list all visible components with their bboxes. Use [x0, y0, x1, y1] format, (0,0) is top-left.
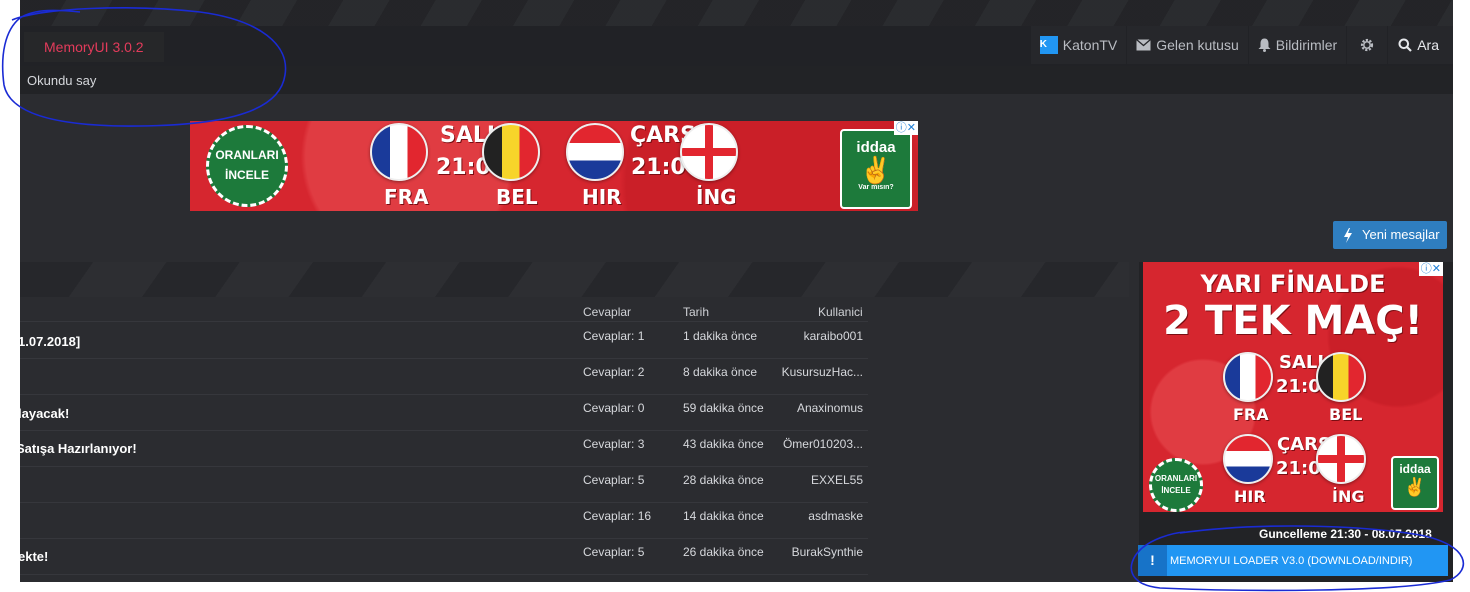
ad-choices-icon[interactable]: ⓘ✕: [1418, 262, 1443, 276]
post-date: 8 dakika önce: [683, 365, 758, 379]
post-user[interactable]: karaibo001: [804, 329, 863, 343]
post-date: 59 dakika önce: [683, 401, 764, 415]
search-icon: [1398, 38, 1412, 52]
reply-count: Cevaplar: 3: [583, 437, 645, 451]
side-odds-seal-line1: ORANLARI: [1154, 474, 1198, 483]
side-iddaa-text: iddaa: [1399, 462, 1431, 476]
ad-match1-home: FRA: [384, 185, 429, 209]
ad-choices-icon[interactable]: ⓘ✕: [893, 121, 918, 135]
exclamation-icon: !: [1138, 545, 1167, 576]
bell-icon: [1258, 38, 1271, 52]
flag-belgium-icon: [1316, 352, 1366, 402]
post-user[interactable]: Anaxinomus: [797, 401, 863, 415]
iddaa-logo: iddaa ✌: [1391, 456, 1439, 510]
nav-settings[interactable]: [1347, 26, 1388, 64]
forum-page: MemoryUI 3.0.2 K KatonTV Gelen kutusu Bi…: [20, 0, 1453, 582]
table-row[interactable]: Cevaplar: 5 28 dakika önce EXXEL55: [20, 466, 868, 503]
table-row[interactable]: Cevaplar: 2 8 dakika önce KusursuzHac...: [20, 358, 868, 395]
top-navigation: MemoryUI 3.0.2 K KatonTV Gelen kutusu Bi…: [20, 26, 1453, 66]
sidebar-advertisement[interactable]: YARI FİNALDE 2 TEK MAÇ! SALI 21:00 FRA B…: [1143, 262, 1443, 512]
post-user[interactable]: BurakSynthie: [792, 545, 863, 559]
column-date: Tarih: [683, 305, 710, 319]
side-ad-match2-home: HIR: [1234, 487, 1266, 506]
nav-notifications-label: Bildirimler: [1275, 37, 1338, 53]
mark-read-link[interactable]: Okundu say: [27, 73, 96, 88]
flag-england-icon: [680, 123, 738, 181]
table-row[interactable]: 1.07.2018] Cevaplar: 1 1 dakika önce kar…: [20, 322, 868, 359]
sub-navigation: Okundu say: [20, 66, 1453, 94]
nav-inbox[interactable]: Gelen kutusu: [1127, 26, 1248, 64]
flag-england-icon: [1316, 434, 1366, 484]
reply-count: Cevaplar: 0: [583, 401, 645, 415]
reply-count: Cevaplar: 1: [583, 329, 645, 343]
table-row[interactable]: ekte! Cevaplar: 5 26 dakika önce BurakSy…: [20, 538, 868, 575]
ad-match2-away: İNG: [696, 185, 737, 209]
nav-search-label: Ara: [1417, 37, 1439, 53]
thread-list-header-banner: [20, 262, 1129, 297]
site-logo-link[interactable]: MemoryUI 3.0.2: [24, 32, 164, 62]
envelope-icon: [1136, 39, 1152, 51]
nav-notifications[interactable]: Bildirimler: [1248, 26, 1347, 64]
top-banner: [20, 0, 1453, 26]
top-advertisement[interactable]: ORANLARI İNCELE SALI 21:00 FRA BEL ÇARŞ …: [190, 121, 918, 211]
odds-seal: ORANLARI İNCELE: [206, 125, 288, 207]
post-date: 1 dakika önce: [683, 329, 758, 343]
flag-france-icon: [370, 123, 428, 181]
side-ad-match1-away: BEL: [1329, 405, 1363, 424]
side-ad-match1-home: FRA: [1233, 405, 1269, 424]
post-user[interactable]: asdmaske: [808, 509, 863, 523]
lightning-icon: [1343, 221, 1353, 259]
thread-title[interactable]: ekte!: [20, 549, 48, 564]
post-date: 26 dakika önce: [683, 545, 764, 559]
ad-match1-away: BEL: [496, 185, 538, 209]
post-user[interactable]: KusursuzHac...: [782, 365, 863, 379]
odds-seal-line2: İNCELE: [224, 168, 269, 182]
loader-download-link[interactable]: ! MEMORYUI LOADER V3.0 (DOWNLOAD/INDIR): [1138, 545, 1448, 576]
new-posts-button[interactable]: Yeni mesajlar: [1333, 221, 1447, 249]
odds-seal-line1: ORANLARI: [215, 148, 279, 162]
side-ad-headline1: YARI FİNALDE: [1200, 270, 1386, 298]
iddaa-slogan: Var mısın?: [858, 184, 894, 191]
flag-croatia-icon: [566, 123, 624, 181]
reply-count: Cevaplar: 2: [583, 365, 645, 379]
post-user[interactable]: EXXEL55: [811, 473, 863, 487]
flag-belgium-icon: [482, 123, 540, 181]
column-user: Kullanici: [818, 305, 863, 319]
update-timestamp: Guncelleme 21:30 - 08.07.2018: [1259, 527, 1432, 541]
new-posts-label: Yeni mesajlar: [1362, 227, 1440, 242]
table-row[interactable]: layacak! Cevaplar: 0 59 dakika önce Anax…: [20, 394, 868, 431]
loader-download-label: MEMORYUI LOADER V3.0 (DOWNLOAD/INDIR): [1170, 555, 1413, 567]
post-date: 28 dakika önce: [683, 473, 764, 487]
iddaa-logo-text: iddaa: [856, 139, 896, 156]
settings-gear-icon: [1359, 37, 1375, 53]
reply-count: Cevaplar: 16: [583, 509, 652, 523]
odds-seal: ORANLARI İNCELE: [1149, 458, 1203, 512]
reply-count: Cevaplar: 5: [583, 545, 645, 559]
side-ad-headline2: 2 TEK MAÇ!: [1163, 298, 1423, 344]
reply-count: Cevaplar: 5: [583, 473, 645, 487]
thread-title[interactable]: 1.07.2018]: [20, 334, 80, 349]
flag-croatia-icon: [1223, 434, 1273, 484]
table-row[interactable]: Satışa Hazırlanıyor! Cevaplar: 3 43 daki…: [20, 430, 868, 467]
nav-right-group: K KatonTV Gelen kutusu Bildirimler Ara: [1030, 26, 1453, 66]
thread-title[interactable]: Satışa Hazırlanıyor!: [20, 441, 137, 456]
nav-search[interactable]: Ara: [1388, 26, 1453, 64]
thread-title[interactable]: layacak!: [20, 406, 69, 421]
nav-katontv-label: KatonTV: [1062, 37, 1118, 53]
side-ad-match2-away: İNG: [1332, 487, 1365, 506]
iddaa-logo: iddaa ✌ Var mısın?: [840, 129, 912, 209]
side-odds-seal-line2: İNCELE: [1161, 486, 1191, 495]
post-date: 14 dakika önce: [683, 509, 764, 523]
ad-match2-home: HIR: [582, 185, 622, 209]
table-row[interactable]: Cevaplar: 16 14 dakika önce asdmaske: [20, 502, 868, 539]
nav-inbox-label: Gelen kutusu: [1156, 37, 1239, 53]
nav-katontv[interactable]: K KatonTV: [1030, 26, 1127, 64]
flag-france-icon: [1223, 352, 1273, 402]
post-date: 43 dakika önce: [683, 437, 764, 451]
post-user[interactable]: Ömer010203...: [783, 437, 863, 451]
column-replies: Cevaplar: [583, 305, 632, 319]
katontv-logo-icon: K: [1039, 36, 1058, 54]
